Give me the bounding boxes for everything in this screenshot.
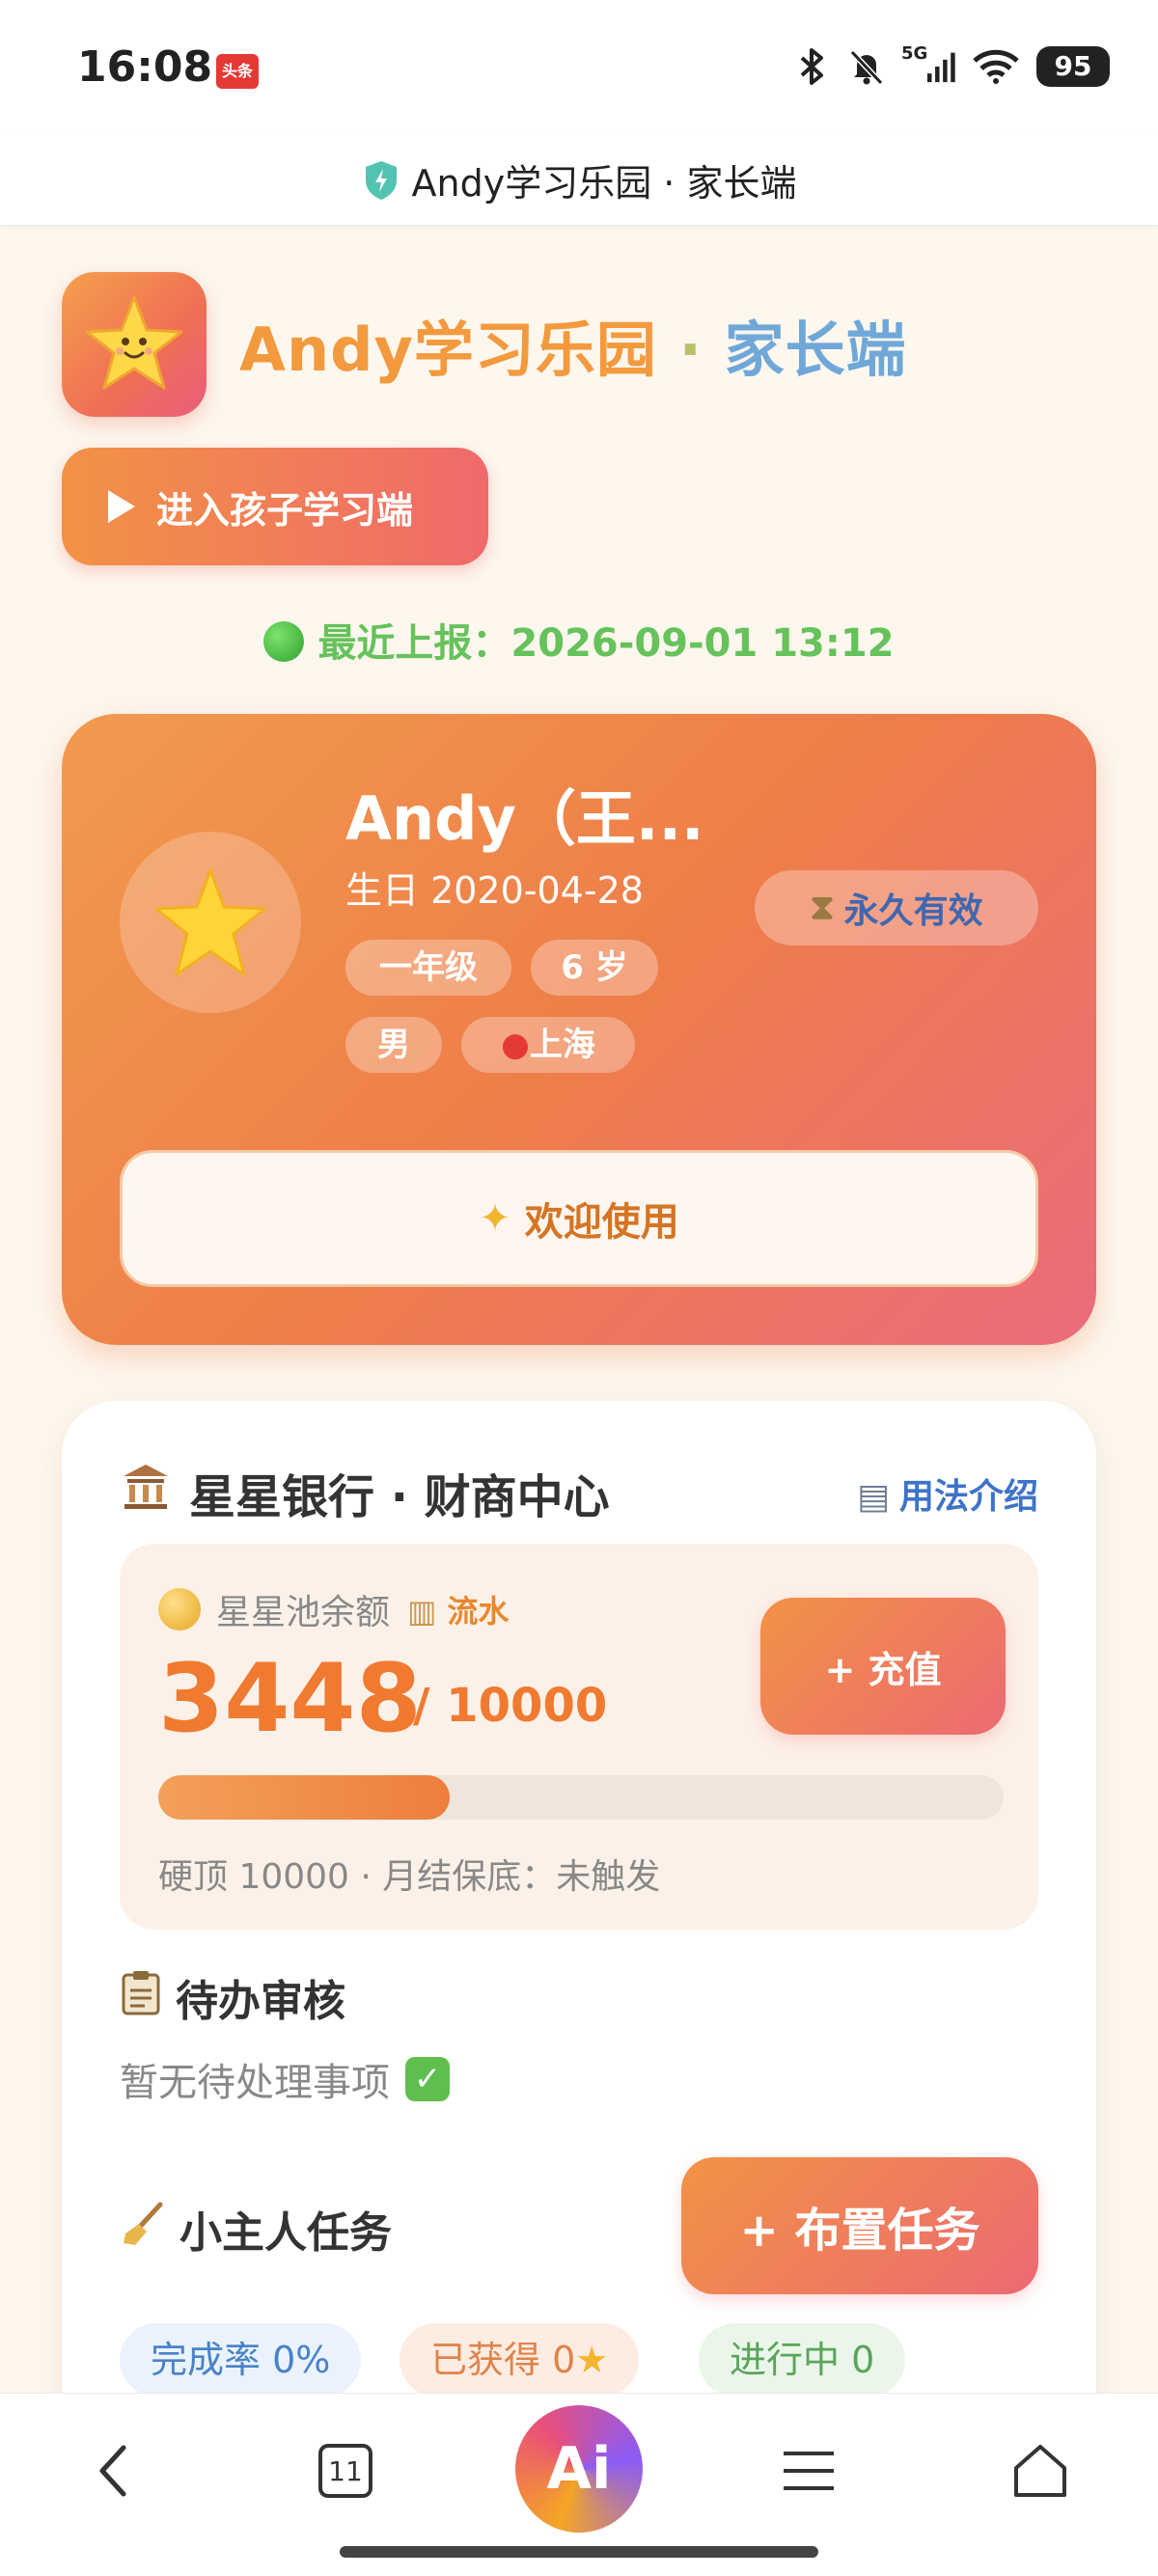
- star-pool-panel: 星星池余额 ▥ 流水 3448 / 10000 + 充值 硬顶 10000 · …: [120, 1544, 1038, 1930]
- sparkles-icon: ✦: [479, 1196, 511, 1241]
- secure-shield-icon: [365, 160, 397, 200]
- pool-note: 硬顶 10000 · 月结保底：未触发: [158, 1857, 661, 1897]
- gender-tag: 男: [345, 1017, 442, 1073]
- status-icons: 5G 95: [793, 41, 1110, 93]
- avatar[interactable]: [120, 832, 301, 1013]
- check-mark-icon: ✓: [405, 2057, 450, 2101]
- app-title-role: 家长端: [724, 315, 907, 385]
- tabs-button[interactable]: 11: [297, 2423, 394, 2519]
- assign-task-button[interactable]: + 布置任务: [681, 2157, 1038, 2294]
- mute-bell-icon: [847, 47, 886, 86]
- pool-max: / 10000: [413, 1679, 608, 1733]
- completion-rate-chip: 完成率 0%: [120, 2323, 362, 2397]
- in-progress-chip: 进行中 0: [699, 2323, 906, 2397]
- welcome-button[interactable]: ✦ 欢迎使用: [120, 1150, 1038, 1287]
- coin-icon: [158, 1588, 201, 1631]
- recharge-button[interactable]: + 充值: [760, 1598, 1006, 1735]
- home-button[interactable]: [992, 2423, 1089, 2519]
- tabs-count: 11: [328, 2454, 363, 2487]
- toutiao-app-icon: 头条: [216, 54, 259, 89]
- usage-guide-link[interactable]: ▤ 用法介绍: [857, 1468, 1038, 1519]
- pool-progress-fill: [158, 1775, 451, 1820]
- browser-title-bar[interactable]: Andy学习乐园 · 家长端: [0, 135, 1158, 226]
- flow-link[interactable]: ▥ 流水: [407, 1587, 509, 1631]
- stars-earned-text: 已获得 0: [430, 2339, 576, 2381]
- tabs-icon: 11: [318, 2444, 372, 2498]
- pool-label-text: 星星池余额: [216, 1593, 391, 1632]
- green-dot-icon: [263, 621, 305, 662]
- pending-review-label: 待办审核: [176, 1977, 345, 2026]
- pool-label: 星星池余额 ▥ 流水: [158, 1584, 509, 1634]
- hourglass-icon: ⧗: [810, 888, 835, 927]
- welcome-text: 欢迎使用: [524, 1200, 679, 1245]
- back-button[interactable]: [66, 2423, 162, 2519]
- location-tag: ●上海: [461, 1017, 635, 1073]
- app-title: Andy学习乐园 · 家长端: [239, 301, 907, 388]
- status-bar: 16:08 头条 5G 95: [0, 0, 1158, 135]
- app-title-separator: ·: [656, 315, 725, 385]
- ai-label: Ai: [546, 2435, 612, 2503]
- pending-review-title: 待办审核: [120, 1966, 345, 2028]
- chevron-left-icon: [99, 2445, 126, 2497]
- bluetooth-icon: [793, 47, 832, 86]
- child-birthday: 生日 2020-04-28: [345, 869, 644, 912]
- location-pin-icon: ●: [501, 1026, 530, 1064]
- flow-link-label: 流水: [447, 1593, 510, 1630]
- wifi-icon: [971, 47, 1021, 86]
- validity-badge: ⧗ 永久有效: [755, 870, 1038, 945]
- bank-icon: [120, 1461, 172, 1524]
- age-tag: 6 岁: [531, 940, 658, 996]
- clipboard-icon: [120, 1969, 162, 2026]
- tasks-label: 小主人任务: [179, 2208, 392, 2258]
- ai-assistant-button[interactable]: Ai: [515, 2405, 643, 2533]
- pending-empty-text: 暂无待处理事项: [120, 2061, 390, 2105]
- tasks-title: 小主人任务: [120, 2198, 392, 2260]
- star-icon: ★: [575, 2339, 609, 2381]
- broom-icon: [120, 2201, 166, 2258]
- star-avatar-icon: [154, 868, 266, 976]
- scroll-icon: ▥: [407, 1593, 437, 1630]
- validity-text: 永久有效: [843, 891, 983, 931]
- app-header: Andy学习乐园 · 家长端: [62, 272, 907, 417]
- network-type: 5G: [901, 43, 928, 64]
- battery-indicator: 95: [1036, 46, 1110, 87]
- usage-guide-label: 用法介绍: [898, 1477, 1038, 1517]
- star-logo-icon: [62, 272, 207, 417]
- home-icon: [1014, 2445, 1066, 2497]
- menu-button[interactable]: [760, 2423, 857, 2519]
- bank-title-text: 星星银行 · 财商中心: [189, 1470, 610, 1524]
- stars-earned-chip: 已获得 0★: [400, 2323, 640, 2397]
- status-time: 16:08: [77, 42, 213, 92]
- location-text: 上海: [529, 1026, 595, 1064]
- app-title-main: Andy学习乐园: [239, 315, 657, 385]
- pending-empty-state: 暂无待处理事项 ✓: [120, 2051, 450, 2107]
- child-name: Andy（王...: [345, 783, 704, 854]
- bank-section-title: 星星银行 · 财商中心: [120, 1459, 610, 1526]
- browser-bottom-nav: 11 Ai: [0, 2393, 1158, 2576]
- grade-tag: 一年级: [345, 940, 511, 996]
- book-icon: ▤: [856, 1477, 890, 1517]
- signal-icon: 5G: [901, 43, 955, 86]
- last-report-text: 最近上报：2026-09-01 13:12: [317, 621, 895, 666]
- child-profile-card[interactable]: Andy（王... 生日 2020-04-28 一年级 6 岁 男 ●上海 ⧗ 永…: [62, 714, 1096, 1345]
- enter-child-mode-label: 进入孩子学习端: [156, 488, 414, 532]
- last-report-status: 最近上报：2026-09-01 13:12: [0, 612, 1158, 668]
- home-indicator[interactable]: [340, 2546, 818, 2558]
- page-title: Andy学习乐园 · 家长端: [411, 162, 797, 205]
- pool-progress-bar: [158, 1775, 1004, 1820]
- play-icon: [108, 490, 135, 523]
- pool-balance: 3448: [158, 1644, 422, 1754]
- enter-child-mode-button[interactable]: 进入孩子学习端: [62, 448, 488, 565]
- hamburger-menu-icon: [784, 2452, 834, 2490]
